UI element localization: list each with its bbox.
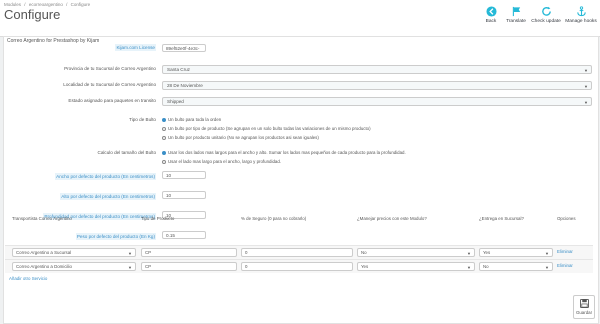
radio-selected[interactable] xyxy=(162,150,166,155)
breadcrumb-separator: / xyxy=(66,2,68,7)
branch-delivery-selected: Yes xyxy=(483,250,491,255)
save-button[interactable]: Guardar xyxy=(573,295,595,319)
manage-hooks-button[interactable]: Manage hooks xyxy=(565,6,597,24)
state-selected: Shipped xyxy=(167,99,184,104)
branch-delivery-select[interactable]: No ▼ xyxy=(479,262,553,271)
height-input[interactable]: 10 xyxy=(162,191,206,199)
locality-select[interactable]: 28 De Noviembre ▼ xyxy=(162,81,592,90)
manage-prices-select[interactable]: Yes ▼ xyxy=(357,262,475,271)
radio-selected[interactable] xyxy=(162,117,166,122)
chevron-down-icon: ▼ xyxy=(467,251,471,256)
chevron-down-icon: ▼ xyxy=(584,100,588,105)
package-type-label: Tipo de Bulto xyxy=(129,117,156,122)
back-arrow-icon xyxy=(485,6,497,17)
manage-prices-select[interactable]: No ▼ xyxy=(357,248,475,257)
carrier-selected: Correo Argentino a Sucursal xyxy=(16,250,72,255)
radio-unselected[interactable] xyxy=(162,126,166,131)
table-row: Correo Argentino a Domicilio ▼ CP 0 Yes … xyxy=(5,259,593,273)
locality-selected: 28 De Noviembre xyxy=(167,83,203,88)
radio-unselected[interactable] xyxy=(162,159,166,164)
product-type-input[interactable]: CP xyxy=(141,248,237,257)
radio-unselected[interactable] xyxy=(162,135,166,140)
breadcrumb-item: Configure xyxy=(70,2,91,7)
module-title: Correo Argentino for Prestashop by Kijam xyxy=(7,38,100,44)
manage-prices-selected: Yes xyxy=(361,264,369,269)
radio-label: Un bulto por producto unitario (No se ag… xyxy=(168,135,319,140)
package-type-option-3[interactable]: Un bulto por producto unitario (No se ag… xyxy=(162,135,319,140)
insurance-input[interactable]: 0 xyxy=(241,262,353,271)
column-header: Tipo de Producto xyxy=(141,216,175,221)
height-label: Alto por defecto del producto (En centim… xyxy=(60,193,156,200)
manage-hooks-label: Manage hooks xyxy=(565,19,597,24)
province-select[interactable]: Santa Cruz ▼ xyxy=(162,65,592,74)
floppy-disk-icon xyxy=(579,299,589,308)
province-selected: Santa Cruz xyxy=(167,67,190,72)
delete-link[interactable]: Eliminar xyxy=(557,249,573,254)
check-update-button[interactable]: Check update xyxy=(530,6,562,24)
chevron-down-icon: ▼ xyxy=(467,265,471,270)
page-title: Configure xyxy=(4,7,61,22)
carrier-selected: Correo Argentino a Domicilio xyxy=(16,264,72,269)
radio-label: Usar los dos lados mas largos para el an… xyxy=(168,150,406,155)
license-input[interactable]: 89ef52e0f-4e3c- xyxy=(162,44,206,52)
column-header: ¿Entrega en Sucursal? xyxy=(479,216,524,221)
chevron-down-icon: ▼ xyxy=(584,68,588,73)
branch-delivery-selected: No xyxy=(483,264,489,269)
manage-prices-selected: No xyxy=(361,250,367,255)
insurance-input[interactable]: 0 xyxy=(241,248,353,257)
product-type-input[interactable]: CP xyxy=(141,262,237,271)
configuration-panel: Correo Argentino for Prestashop by Kijam… xyxy=(3,36,599,324)
translate-button[interactable]: Translate xyxy=(505,6,527,24)
flag-icon xyxy=(512,6,520,17)
state-select[interactable]: Shipped ▼ xyxy=(162,97,592,106)
back-label: Back xyxy=(485,19,497,24)
width-label: Ancho por defecto del producto (En centi… xyxy=(55,173,156,180)
width-input[interactable]: 10 xyxy=(162,171,206,179)
package-type-option-1[interactable]: Un bulto para toda la orden xyxy=(162,117,221,122)
chevron-down-icon: ▼ xyxy=(545,265,549,270)
check-update-label: Check update xyxy=(531,19,561,24)
package-calc-label: Calculo del tamaño del Bulto xyxy=(97,150,156,155)
package-calc-option-2[interactable]: Usar el lado mas largo para el ancho, la… xyxy=(162,159,281,164)
license-label: Kijam.com License xyxy=(115,44,156,51)
column-header: % de Seguro (0 para no cobrarlo) xyxy=(241,216,307,221)
add-service-link[interactable]: Añadir otro Servicio xyxy=(9,276,47,281)
anchor-icon xyxy=(576,6,586,17)
translate-label: Translate xyxy=(506,19,526,24)
state-label: Estado asignado para paquetes en transit… xyxy=(68,98,156,103)
weight-input[interactable]: 0.15 xyxy=(162,231,206,239)
column-header: Transportista Correo Argentino xyxy=(12,216,72,221)
delete-link[interactable]: Eliminar xyxy=(557,263,573,268)
carrier-select[interactable]: Correo Argentino a Domicilio ▼ xyxy=(12,262,136,271)
column-header: ¿Manejar precios con este Modulo? xyxy=(357,216,427,221)
province-label: Provincia de tu Sucursal de Correo Argen… xyxy=(64,66,156,71)
refresh-icon xyxy=(541,6,551,16)
package-type-option-2[interactable]: Un bulto por tipo de producto (Se agrupa… xyxy=(162,126,371,131)
radio-label: Un bulto para toda la orden xyxy=(168,117,222,122)
chevron-down-icon: ▼ xyxy=(128,251,132,256)
toolbar: Back Translate Check update Manage hooks xyxy=(480,6,597,24)
package-calc-option-1[interactable]: Usar los dos lados mas largos para el an… xyxy=(162,150,406,155)
chevron-down-icon: ▼ xyxy=(128,265,132,270)
branch-delivery-select[interactable]: Yes ▼ xyxy=(479,248,553,257)
chevron-down-icon: ▼ xyxy=(545,251,549,256)
save-label: Guardar xyxy=(575,310,593,315)
carrier-select[interactable]: Correo Argentino a Sucursal ▼ xyxy=(12,248,136,257)
table-row: Correo Argentino a Sucursal ▼ CP 0 No ▼ … xyxy=(5,245,593,259)
chevron-down-icon: ▼ xyxy=(584,84,588,89)
locality-label: Localidad de tu Sucursal de Correo Argen… xyxy=(63,82,156,87)
column-header: Opciones xyxy=(557,216,576,221)
radio-label: Usar el lado mas largo para el ancho, la… xyxy=(168,159,282,164)
radio-label: Un bulto por tipo de producto (Se agrupa… xyxy=(168,126,371,131)
back-button[interactable]: Back xyxy=(480,6,502,24)
page-header: Modules / ecorreoargentino / Configure C… xyxy=(0,0,600,37)
weight-label: Peso por defecto del producto (En Kg) xyxy=(75,233,156,240)
